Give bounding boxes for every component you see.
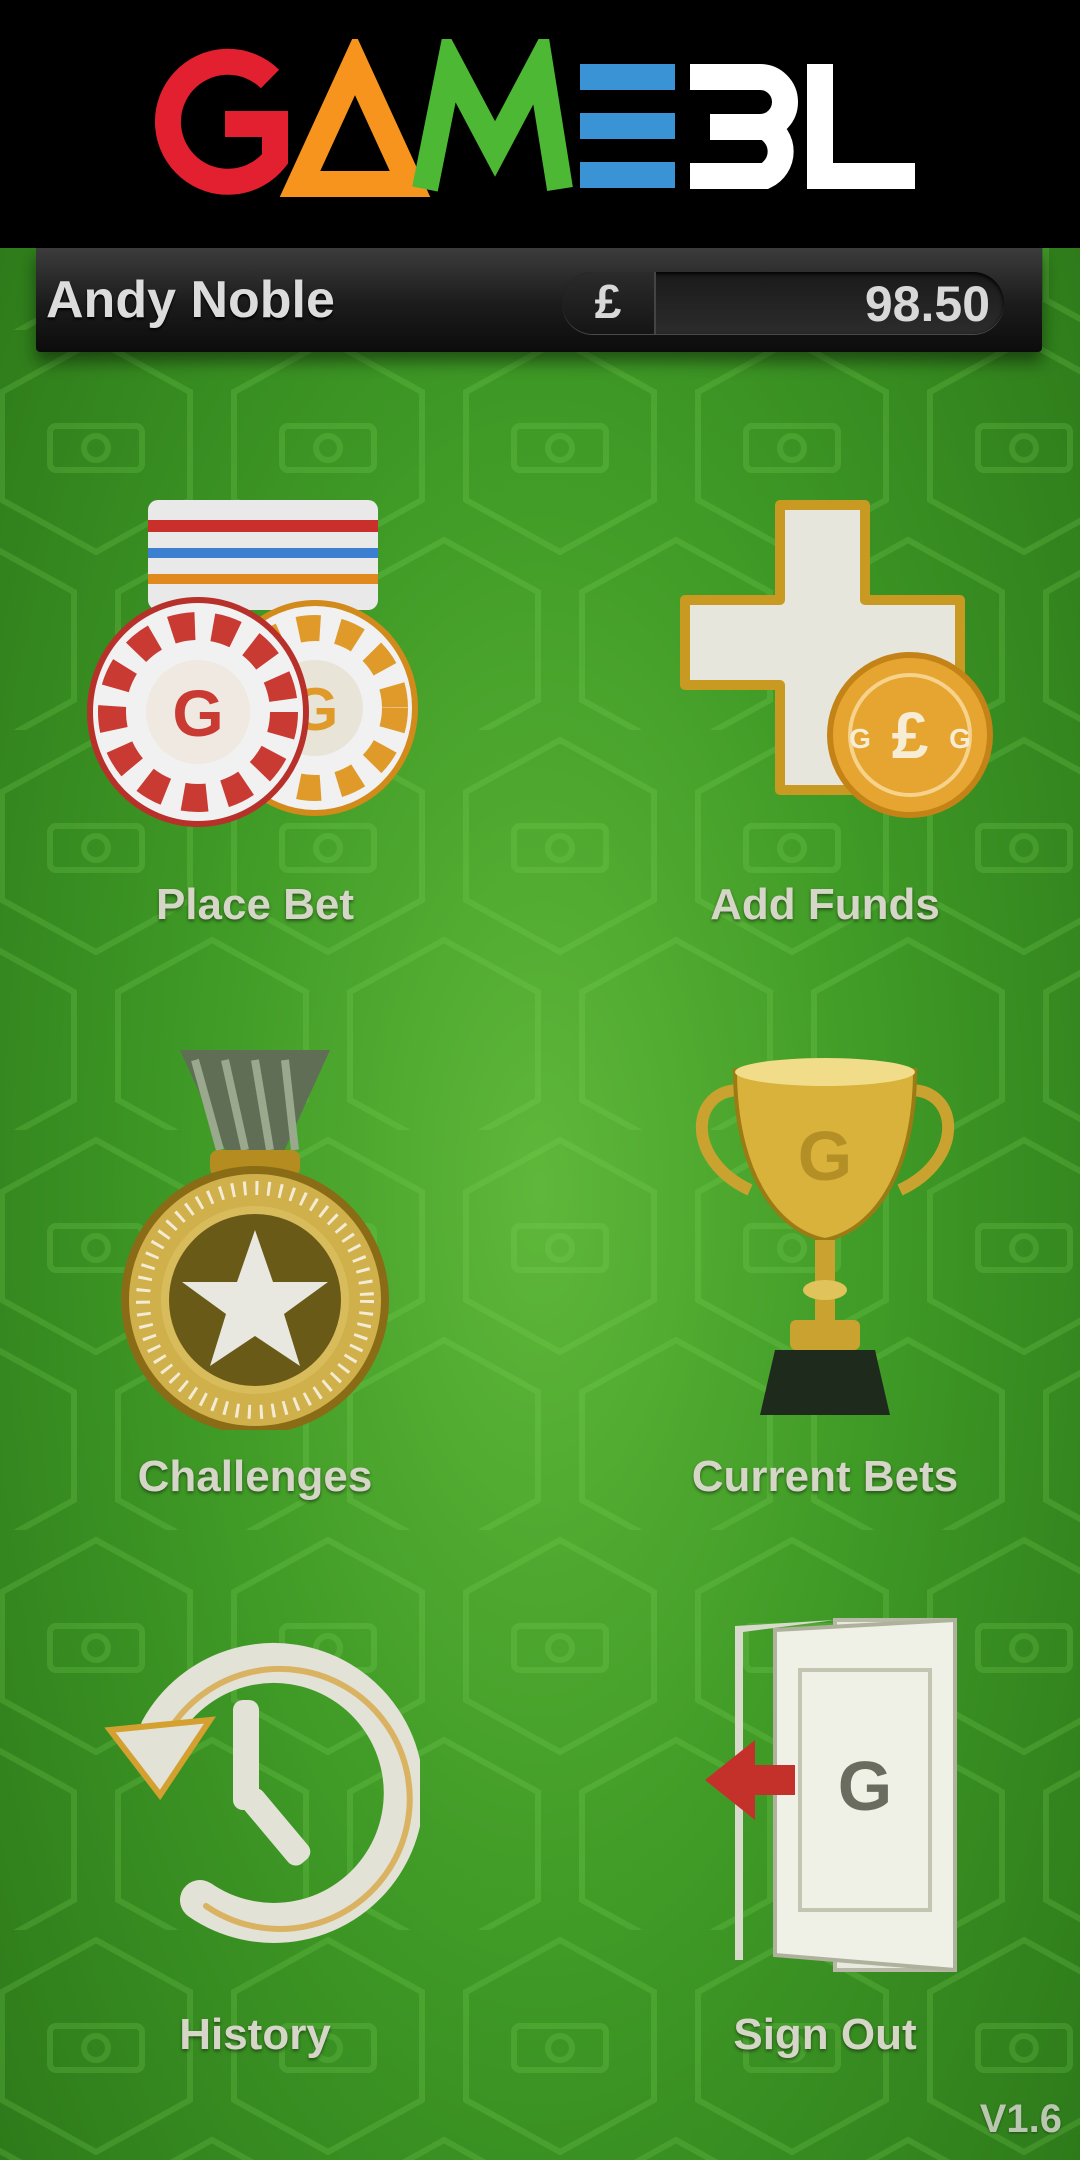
history-button[interactable]: History <box>40 1610 470 2080</box>
currency-symbol: £ <box>562 272 656 334</box>
add-funds-button[interactable]: £ G G Add Funds <box>610 470 1040 940</box>
svg-text:G: G <box>838 1747 892 1825</box>
current-bets-label: Current Bets <box>691 1452 959 1501</box>
casino-chips-icon: G G <box>87 500 418 827</box>
sign-out-label: Sign Out <box>733 2010 917 2059</box>
user-name: Andy Noble <box>46 271 335 329</box>
svg-text:G: G <box>849 723 871 754</box>
trophy-icon: G <box>695 1058 955 1415</box>
svg-text:G: G <box>172 676 223 750</box>
balance-display: £ 98.50 <box>562 272 1004 334</box>
app-header <box>0 0 1080 248</box>
challenges-button[interactable]: Challenges <box>40 1040 470 1510</box>
svg-text:G: G <box>798 1117 852 1195</box>
plus-coin-icon: £ G G <box>680 500 993 818</box>
history-clock-icon <box>104 1642 420 1943</box>
place-bet-button[interactable]: G G Place Bet <box>40 470 470 940</box>
challenges-label: Challenges <box>137 1452 373 1501</box>
history-label: History <box>179 2010 331 2059</box>
svg-text:G: G <box>949 723 971 754</box>
star-medal-icon <box>121 1050 389 1430</box>
svg-text:£: £ <box>892 698 929 772</box>
sign-out-button[interactable]: G Sign Out <box>610 1610 1040 2080</box>
place-bet-label: Place Bet <box>155 880 355 929</box>
current-bets-button[interactable]: G Current Bets <box>610 1040 1040 1510</box>
account-bar: Andy Noble £ 98.50 <box>36 248 1042 352</box>
gamebl-logo <box>154 39 915 197</box>
add-funds-label: Add Funds <box>710 880 940 929</box>
balance-amount: 98.50 <box>864 276 990 332</box>
exit-door-icon: G <box>705 1617 957 1973</box>
app-version: V1.6 <box>979 2097 1062 2141</box>
